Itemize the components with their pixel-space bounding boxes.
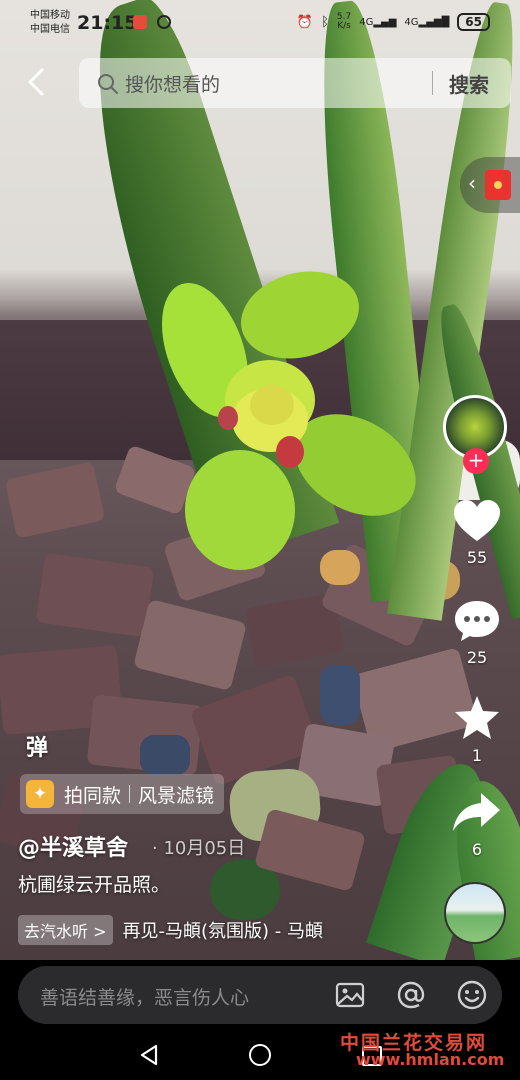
danmu-toggle[interactable]: 弹 <box>26 730 48 762</box>
like-count: 55 <box>466 548 488 567</box>
carrier-info: 中国移动 中国电信 <box>30 9 70 37</box>
signal-1-icon: 4G▂▄▆ <box>359 16 397 28</box>
comment-button[interactable]: 25 <box>445 598 509 667</box>
music-disc[interactable] <box>444 882 506 944</box>
star-icon <box>455 696 499 739</box>
status-app-icons <box>133 14 172 30</box>
carrier-1: 中国移动 <box>30 10 70 21</box>
nav-back-icon[interactable] <box>138 1044 160 1066</box>
speedometer-icon <box>157 15 172 29</box>
alarm-icon: ⏰ <box>296 14 314 30</box>
at-icon[interactable] <box>395 979 427 1011</box>
share-arrow-icon <box>453 793 500 831</box>
search-icon <box>98 74 118 94</box>
chevron-left-icon <box>28 68 44 96</box>
share-button[interactable]: 6 <box>445 790 509 859</box>
comment-count: 25 <box>466 648 488 667</box>
search-button[interactable]: 搜索 <box>449 69 489 98</box>
comment-input-placeholder[interactable]: 善语结善缘，恶言伤人心 <box>40 983 249 1010</box>
bluetooth-icon: ᛒ <box>321 14 329 30</box>
watermark-url: www.hmlan.com <box>356 1050 505 1069</box>
heart-icon <box>454 500 500 541</box>
net-speed-unit: K/s <box>337 21 351 31</box>
net-speed: 5.7 K/s <box>337 13 351 31</box>
effect-label[interactable]: 拍同款 <box>64 781 121 808</box>
back-button[interactable] <box>22 66 54 98</box>
red-packet-button[interactable]: ‹ <box>460 157 520 213</box>
like-button[interactable]: 55 <box>445 498 509 567</box>
red-envelope-icon <box>485 170 511 200</box>
search-placeholder[interactable]: 搜你想看的 <box>125 70 220 97</box>
signal-2-icon: 4G▂▄▆█ <box>404 16 450 28</box>
effect-chip[interactable]: ✦ 拍同款 风景滤镜 <box>20 774 225 814</box>
share-count: 6 <box>471 840 483 859</box>
status-right-icons: ⏰ ᛒ 5.7 K/s 4G▂▄▆ 4G▂▄▆█ 65 <box>297 13 490 31</box>
music-app-tag[interactable]: 去汽水听 > <box>18 915 113 945</box>
signal-2-label: 4G <box>404 16 419 28</box>
search-divider <box>432 71 433 95</box>
video-caption[interactable]: 杭圃绿云开品照。 <box>18 870 170 897</box>
comment-input-bar[interactable]: 善语结善缘，恶言伤人心 <box>18 966 502 1024</box>
comment-icon <box>455 601 499 641</box>
weibo-icon <box>133 15 147 29</box>
follow-button[interactable]: + <box>463 448 489 474</box>
signal-1-label: 4G <box>359 16 374 28</box>
emoji-icon[interactable] <box>456 979 488 1011</box>
search-bar[interactable]: 搜你想看的 搜索 <box>79 58 511 108</box>
video-background[interactable] <box>0 0 520 960</box>
post-date: · 10月05日 <box>152 838 246 859</box>
clock: 21:15 <box>77 12 138 34</box>
battery-icon: 65 <box>457 13 490 31</box>
music-title[interactable]: 再见-马頔(氛围版) - 马頔 <box>123 917 323 943</box>
favorite-count: 1 <box>471 746 483 765</box>
favorite-button[interactable]: 1 <box>445 694 509 765</box>
effect-divider <box>129 785 131 803</box>
filter-label[interactable]: 风景滤镜 <box>138 781 214 808</box>
author-name[interactable]: @半溪草舍 <box>18 830 128 862</box>
status-bar: 中国移动 中国电信 21:15 ⏰ ᛒ 5.7 K/s 4G▂▄▆ 4G▂▄▆█… <box>0 0 520 50</box>
danmu-label: 弹 <box>26 736 49 761</box>
carrier-2: 中国电信 <box>30 24 70 35</box>
music-row[interactable]: 去汽水听 > 再见-马頔(氛围版) - 马頔 <box>18 915 323 945</box>
sparkle-icon: ✦ <box>26 780 54 808</box>
chevron-left-icon: ‹ <box>468 171 476 195</box>
nav-home-icon[interactable] <box>249 1044 271 1066</box>
image-icon[interactable] <box>334 979 366 1011</box>
